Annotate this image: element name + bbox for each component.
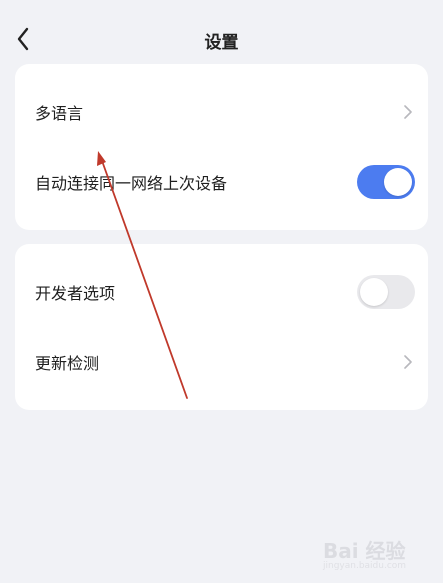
watermark-sub: jingyan.baidu.com (323, 561, 407, 571)
setting-label-language: 多语言 (35, 104, 84, 123)
toggle-knob (360, 278, 388, 306)
page-title: 设置 (204, 33, 239, 53)
toggle-knob (384, 168, 412, 196)
setting-row-auto-connect: 自动连接同一网络上次设备 (15, 157, 428, 207)
setting-row-developer-options: 开发者选项 (15, 267, 428, 317)
chevron-right-icon (401, 352, 415, 372)
setting-row-language[interactable]: 多语言 (15, 87, 428, 137)
watermark-main: Bai 经验 (323, 539, 406, 563)
setting-label-developer-options: 开发者选项 (35, 284, 116, 303)
chevron-right-icon (401, 102, 415, 122)
auto-connect-toggle[interactable] (357, 165, 415, 199)
setting-row-update-check[interactable]: 更新检测 (15, 337, 428, 387)
watermark-logo: Bai 经验 jingyan.baidu.com (323, 535, 433, 575)
setting-label-update-check: 更新检测 (35, 354, 100, 373)
settings-card-general: 多语言 自动连接同一网络上次设备 (15, 64, 428, 230)
setting-label-auto-connect: 自动连接同一网络上次设备 (35, 174, 228, 193)
developer-options-toggle[interactable] (357, 275, 415, 309)
settings-card-advanced: 开发者选项 更新检测 (15, 244, 428, 410)
